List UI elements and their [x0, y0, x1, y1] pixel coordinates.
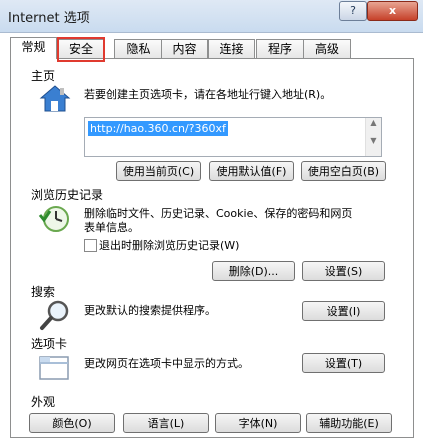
accessibility-button[interactable]: 辅助功能(E) — [306, 413, 392, 433]
homepage-url-text: http://hao.360.cn/?360xf — [88, 121, 228, 136]
window-title: Internet 选项 — [8, 11, 90, 26]
fonts-button[interactable]: 字体(N) — [215, 413, 301, 433]
search-description: 更改默认的搜索提供程序。 — [84, 304, 216, 317]
url-scrollbar[interactable]: ▲ ▼ — [365, 118, 381, 156]
help-button[interactable]: ? — [339, 1, 367, 21]
history-clock-icon — [38, 206, 69, 232]
tab-content[interactable]: 内容 — [161, 39, 208, 58]
search-settings-button[interactable]: 设置(I) — [302, 301, 385, 321]
tabs-section-description: 更改网页在选项卡中显示的方式。 — [84, 357, 249, 370]
homepage-description: 若要创建主页选项卡，请在各地址行键入地址(R)。 — [84, 88, 332, 101]
tab-programs[interactable]: 程序 — [256, 39, 304, 58]
tab-advanced[interactable]: 高级 — [303, 39, 351, 58]
tabs-section-label: 选项卡 — [31, 337, 68, 351]
security-tab-highlight — [57, 37, 105, 62]
tabs-window-icon — [39, 356, 69, 380]
title-bar: Internet 选项 ? x — [0, 0, 423, 33]
use-default-button[interactable]: 使用默认值(F) — [209, 161, 294, 181]
languages-button[interactable]: 语言(L) — [123, 413, 209, 433]
tabs-settings-button[interactable]: 设置(T) — [302, 353, 385, 373]
appearance-label: 外观 — [31, 395, 56, 409]
homepage-url-input[interactable]: http://hao.360.cn/?360xf ▲ ▼ — [84, 117, 382, 157]
colors-button[interactable]: 颜色(O) — [29, 413, 115, 433]
history-description-2: 表单信息。 — [84, 221, 139, 234]
use-current-button[interactable]: 使用当前页(C) — [116, 161, 201, 181]
delete-on-exit-label: 退出时删除浏览历史记录(W) — [99, 239, 240, 252]
history-description-1: 删除临时文件、历史记录、Cookie、保存的密码和网页 — [84, 207, 353, 220]
tab-connections[interactable]: 连接 — [208, 39, 255, 58]
use-blank-button[interactable]: 使用空白页(B) — [301, 161, 386, 181]
home-icon — [39, 85, 71, 112]
delete-on-exit-checkbox[interactable] — [84, 239, 97, 252]
delete-history-button[interactable]: 删除(D)... — [212, 261, 295, 281]
tab-general[interactable]: 常规 — [10, 37, 57, 59]
history-label: 浏览历史记录 — [31, 188, 104, 202]
tab-privacy[interactable]: 隐私 — [114, 39, 163, 58]
history-settings-button[interactable]: 设置(S) — [302, 261, 385, 281]
close-button[interactable]: x — [367, 1, 418, 21]
homepage-label: 主页 — [31, 69, 56, 83]
search-icon — [40, 300, 69, 330]
